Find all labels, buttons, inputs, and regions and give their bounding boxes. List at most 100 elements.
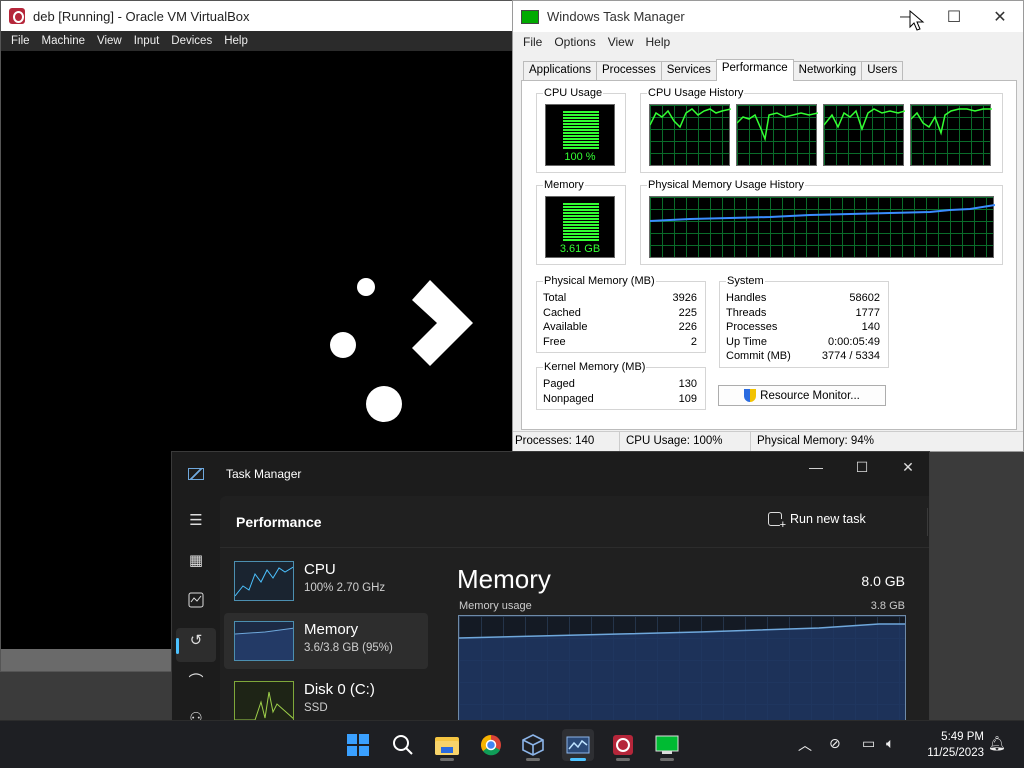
classic-tabs: Applications Processes Services Performa… (523, 59, 904, 81)
tab-applications[interactable]: Applications (523, 61, 598, 80)
vbox-titlebar[interactable]: deb [Running] - Oracle VM VirtualBox (1, 1, 513, 31)
sys-handles-value: 58602 (849, 292, 880, 304)
virtualbox-icon[interactable] (517, 729, 549, 761)
processes-icon[interactable]: ▦ (184, 548, 208, 572)
vbox-menu-machine[interactable]: Machine (42, 35, 85, 47)
virtualbox-app-icon (9, 8, 25, 24)
resource-disk[interactable]: Disk 0 (C:) SSD (224, 673, 428, 720)
classic-titlebar[interactable]: Windows Task Manager — ☐ ✕ (513, 1, 1023, 32)
sys-handles-key: Handles (726, 292, 767, 304)
performance-icon[interactable] (184, 588, 208, 612)
close-button[interactable]: ✕ (977, 1, 1023, 32)
classic-task-manager-running-indicator (660, 758, 674, 761)
task-manager-window[interactable]: Task Manager — ☐ ✕ ☰ ▦ ↺ ⌒ ⚇ Performance… (171, 451, 930, 721)
memory-history-graph (649, 196, 995, 258)
system-label: System (726, 275, 765, 287)
resource-cpu-detail: 100% 2.70 GHz (304, 582, 386, 594)
pm-available-value: 226 (678, 321, 697, 333)
classic-task-manager-icon[interactable] (651, 729, 683, 761)
cpu-meter-bars (563, 111, 599, 149)
km-row-nonpaged: Nonpaged 109 (543, 393, 697, 408)
memory-value: 3.61 GB (559, 243, 601, 255)
classic-menu-options[interactable]: Options (554, 35, 595, 49)
notifications-bell-icon[interactable]: 🔔︎ (988, 735, 1006, 752)
physical-memory-label: Physical Memory (MB) (543, 275, 656, 287)
classic-menu-view[interactable]: View (608, 35, 634, 49)
search-icon[interactable] (387, 729, 419, 761)
resource-cpu-name: CPU (304, 561, 336, 578)
users-icon[interactable]: ⚇ (184, 706, 208, 720)
tab-services[interactable]: Services (660, 61, 717, 80)
vm-deb-icon[interactable] (607, 729, 639, 761)
resource-disk-name: Disk 0 (C:) (304, 681, 375, 698)
tab-performance[interactable]: Performance (715, 59, 794, 81)
memory-thumbnail-graph (234, 621, 294, 661)
sys-threads-key: Threads (726, 306, 767, 319)
startup-apps-icon[interactable]: ⌒ (184, 668, 208, 692)
classic-task-manager-window[interactable]: Windows Task Manager — ☐ ✕ File Options … (512, 0, 1024, 452)
task-manager-app-icon (188, 468, 204, 480)
tab-users[interactable]: Users (861, 61, 904, 80)
vbox-menu-input[interactable]: Input (134, 35, 160, 47)
vm-deb-running-indicator (616, 758, 630, 761)
tm11-nav: ☰ ▦ ↺ ⌒ ⚇ (172, 496, 220, 720)
vbox-menu-view[interactable]: View (97, 35, 122, 47)
show-hidden-icons-icon[interactable]: ︿ (798, 735, 812, 755)
vbox-menu-help[interactable]: Help (224, 35, 248, 47)
cpu-history-graph-4 (910, 104, 992, 166)
system-group: System Handles 58602 Threads 1777 Processe… (719, 275, 889, 368)
tab-networking[interactable]: Networking (792, 61, 863, 80)
vbox-menubar: File Machine View Input Devices Help (1, 31, 513, 51)
nav-selection-indicator (176, 638, 179, 654)
taskbar: ︿ ⊘ ▭ 🔈︎ 5:49 PM 11/25/2023 🔔︎ (0, 720, 1024, 768)
tab-processes[interactable]: Processes (596, 61, 662, 80)
minimize-button[interactable]: — (793, 452, 839, 482)
resource-monitor-button[interactable]: Resource Monitor... (718, 385, 886, 406)
cpu-history-graph-1 (649, 104, 731, 166)
disk-thumbnail-graph (234, 681, 294, 720)
km-nonpaged-value: 109 (678, 392, 697, 405)
run-new-task-button[interactable]: Run new task (768, 512, 866, 531)
start-icon[interactable] (342, 729, 374, 761)
hamburger-icon[interactable]: ☰ (184, 508, 208, 532)
vbox-menu-devices[interactable]: Devices (171, 35, 212, 47)
network-off-icon[interactable]: ⊘ (829, 735, 841, 752)
app-history-icon[interactable]: ↺ (184, 628, 208, 652)
task-manager-app-icon (521, 9, 539, 24)
pm-row-free: Free 2 (543, 336, 697, 351)
memory-history-group: Physical Memory Usage History (640, 179, 1003, 265)
memory-label: Memory (543, 179, 585, 191)
sys-commit-key: Commit (MB) (726, 350, 791, 362)
close-button[interactable]: ✕ (885, 452, 929, 482)
vbox-menu-file[interactable]: File (11, 35, 30, 47)
maximize-button[interactable]: ☐ (839, 452, 885, 482)
sys-commit-value: 3774 / 5334 (821, 350, 880, 362)
resource-cpu[interactable]: CPU 100% 2.70 GHz (224, 553, 428, 609)
file-explorer-icon[interactable] (431, 729, 463, 761)
chrome-icon[interactable] (475, 729, 507, 761)
run-task-icon (768, 512, 786, 531)
classic-statusbar: Processes: 140 CPU Usage: 100% Physical … (513, 431, 1023, 451)
performance-panel: CPU Usage 100 % CPU Usage History Memory… (521, 80, 1017, 430)
classic-menu-help[interactable]: Help (646, 35, 671, 49)
sys-uptime-key: Up Time (726, 335, 767, 348)
cpu-history-graph-2 (736, 104, 818, 166)
tm11-titlebar[interactable]: Task Manager — ☐ ✕ (172, 452, 929, 496)
cpu-usage-label: CPU Usage (543, 87, 604, 99)
km-paged-key: Paged (543, 378, 575, 390)
network-icon[interactable]: ▭ (862, 735, 875, 752)
resource-memory-name: Memory (304, 621, 359, 638)
task-manager-icon[interactable] (562, 729, 594, 761)
clock-time: 5:49 PM (941, 731, 984, 743)
sys-row-processes: Processes 140 (726, 321, 880, 336)
sys-processes-value: 140 (861, 321, 880, 333)
volume-icon[interactable]: 🔈︎ (886, 735, 894, 752)
maximize-button[interactable]: ☐ (931, 1, 977, 32)
classic-menu-file[interactable]: File (523, 35, 542, 49)
resource-memory[interactable]: Memory 3.6/3.8 GB (95%) (224, 613, 428, 669)
kernel-memory-group: Kernel Memory (MB) Paged 130 Nonpaged 109 (536, 361, 706, 410)
pm-total-value: 3926 (672, 292, 697, 304)
status-cpu: CPU Usage: 100% (620, 432, 751, 451)
clock[interactable]: 5:49 PM 11/25/2023 (927, 729, 984, 761)
file-explorer-running-indicator (440, 758, 454, 761)
